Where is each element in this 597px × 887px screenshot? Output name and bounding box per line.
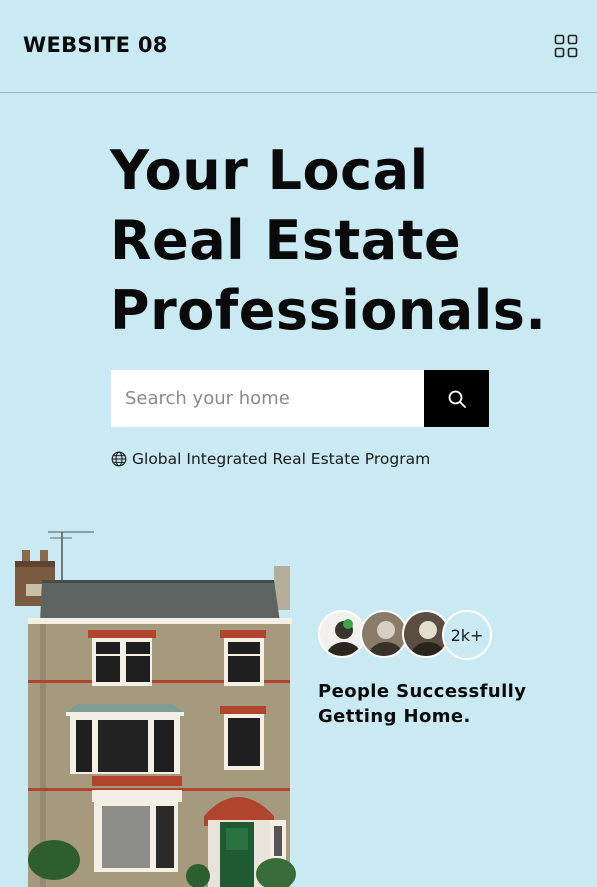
site-header: WEBSITE 08: [0, 0, 597, 93]
hero-title-line: Your Local: [110, 139, 429, 202]
grid-icon: [554, 34, 578, 58]
search-button[interactable]: [424, 370, 489, 427]
house-image: [15, 531, 296, 887]
search-icon: [448, 390, 466, 408]
hero-title: Your Local Real Estate Professionals.: [110, 136, 570, 346]
avatar: [360, 610, 408, 658]
customer-count-badge: 2k+: [442, 610, 492, 660]
avatar: [318, 610, 366, 658]
grid-menu-button[interactable]: [554, 34, 578, 58]
customers-caption-line: People Successfully: [318, 681, 527, 702]
globe-icon: [111, 451, 127, 467]
hero-title-line: Professionals.: [110, 279, 547, 342]
program-info: Global Integrated Real Estate Program: [111, 450, 430, 468]
customers-caption: People Successfully Getting Home.: [318, 679, 558, 729]
search-input[interactable]: [111, 370, 424, 427]
customers-caption-line: Getting Home.: [318, 706, 471, 727]
program-text: Global Integrated Real Estate Program: [132, 450, 431, 468]
site-logo[interactable]: WEBSITE 08: [23, 33, 168, 57]
hero-title-line: Real Estate: [110, 209, 462, 272]
